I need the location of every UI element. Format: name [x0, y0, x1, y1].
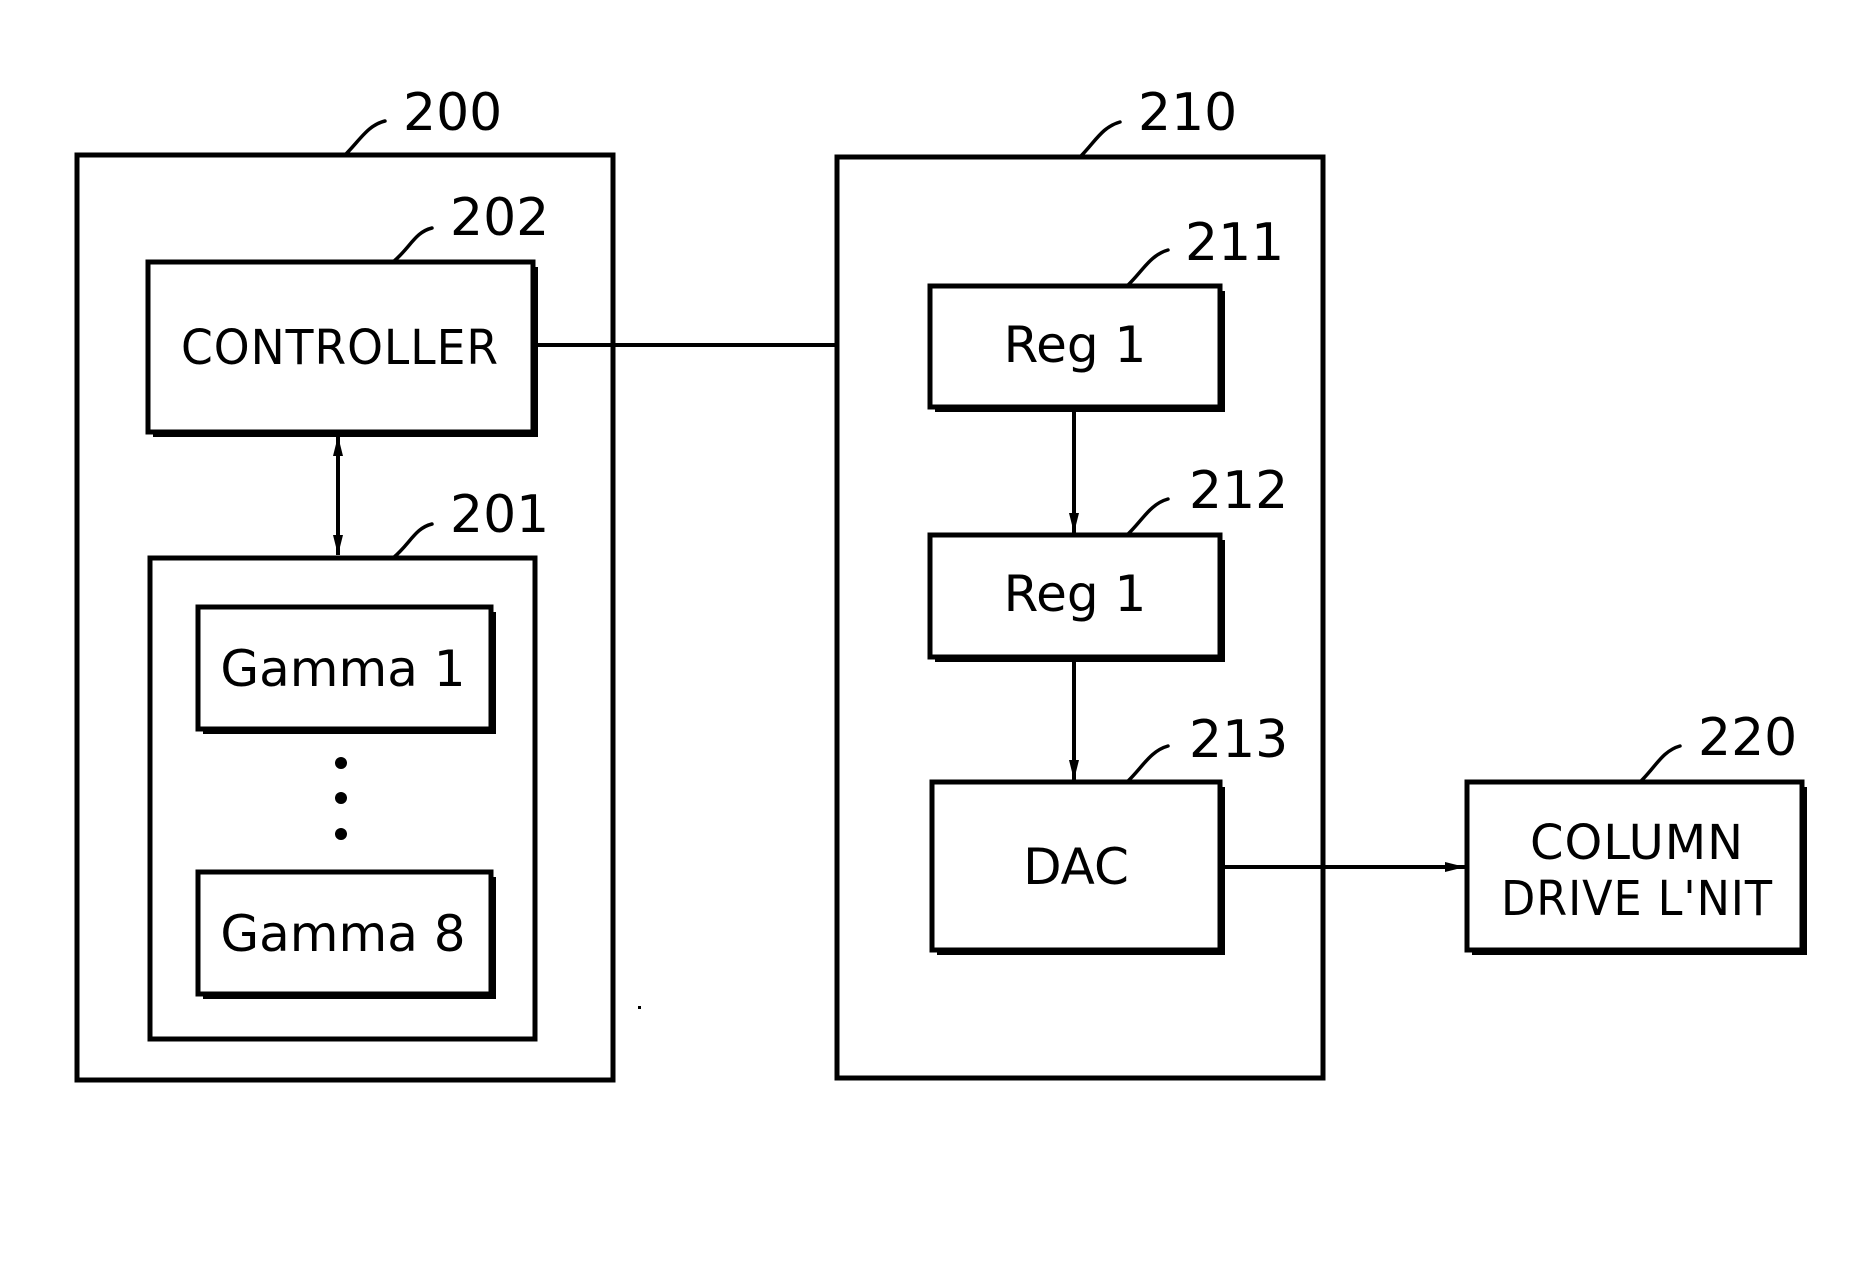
ellipsis-dot: [335, 757, 347, 769]
gamma-1-label: Gamma 1: [220, 640, 465, 698]
reg-211-block: Reg 1: [927, 283, 1225, 412]
ellipsis-dot: [335, 792, 347, 804]
dac-block: DAC: [929, 779, 1225, 955]
block-diagram: 200 CONTROLLER 202 201 Gamma 1 Gamma 8 2…: [74, 83, 1807, 1083]
gamma-8-block: Gamma 8: [195, 869, 496, 999]
reg-211-label: Reg 1: [1004, 316, 1147, 374]
ref-label-212: 212: [1189, 461, 1288, 521]
column-drive-label-line1: COLUMN: [1530, 815, 1744, 871]
scan-speck: [638, 1006, 641, 1009]
gamma-8-label: Gamma 8: [220, 905, 465, 963]
gamma-1-block: Gamma 1: [195, 604, 496, 734]
leader-220: [1638, 744, 1682, 784]
ellipsis-dot: [335, 828, 347, 840]
controller-block: CONTROLLER: [145, 259, 538, 437]
ref-label-211: 211: [1185, 213, 1284, 273]
controller-label: CONTROLLER: [181, 320, 499, 376]
ref-label-200: 200: [403, 83, 502, 143]
column-drive-unit-block: COLUMN DRIVE L'NIT: [1464, 779, 1807, 955]
column-drive-label-line2: DRIVE L'NIT: [1501, 871, 1773, 927]
leader-200: [343, 119, 387, 157]
reg-212-block: Reg 1: [927, 532, 1225, 662]
ref-label-213: 213: [1189, 710, 1288, 770]
ref-label-201: 201: [450, 485, 549, 545]
leader-210: [1078, 120, 1122, 159]
reg-212-label: Reg 1: [1004, 565, 1147, 623]
ref-label-210: 210: [1138, 83, 1237, 143]
dac-label: DAC: [1023, 838, 1129, 896]
ref-label-202: 202: [450, 188, 549, 248]
ref-label-220: 220: [1698, 708, 1797, 768]
